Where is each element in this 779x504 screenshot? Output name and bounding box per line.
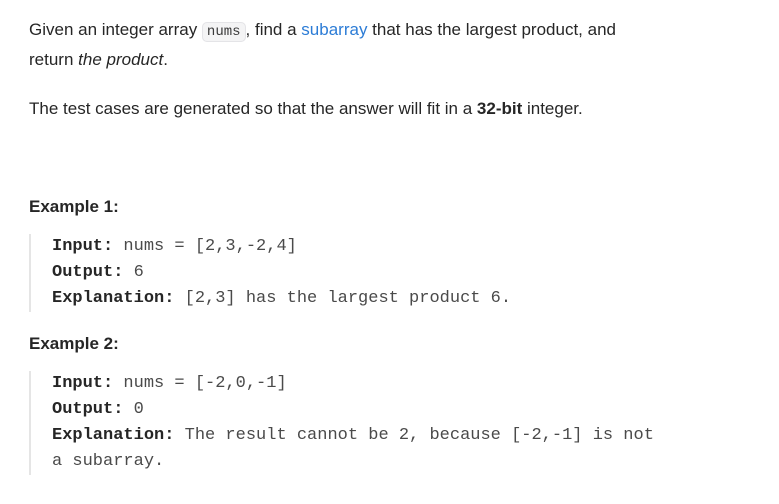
example-1-block: Input: nums = [2,3,-2,4] Output: 6 Expla… xyxy=(29,234,759,312)
output-label: Output: xyxy=(52,400,124,419)
example-2-output: Output: 0 xyxy=(52,397,759,423)
explanation-text: [2,3] has the largest product 6. xyxy=(174,289,512,308)
statement-text: Given an integer array xyxy=(29,20,202,39)
problem-description: Given an integer array nums, find a suba… xyxy=(29,16,759,475)
input-value: nums = [2,3,-2,4] xyxy=(113,237,297,256)
explanation-text: The result cannot be 2, because [-2,-1] … xyxy=(174,426,654,445)
input-label: Input: xyxy=(52,374,114,393)
statement-text: return xyxy=(29,50,79,69)
input-label: Input: xyxy=(52,237,114,256)
example-1-output: Output: 6 xyxy=(52,260,759,286)
input-value: nums = [-2,0,-1] xyxy=(113,374,287,393)
note-text: The test cases are generated so that the… xyxy=(29,99,477,118)
inline-code-nums: nums xyxy=(201,22,246,42)
constraint-note: The test cases are generated so that the… xyxy=(29,95,759,122)
statement-text: . xyxy=(163,50,168,69)
output-value: 0 xyxy=(123,400,144,419)
example-1-explanation: Explanation: [2,3] has the largest produ… xyxy=(52,286,759,312)
example-2-input: Input: nums = [-2,0,-1] xyxy=(52,371,759,397)
statement-text: , find a xyxy=(245,20,302,39)
note-emphasis: 32-bit xyxy=(476,99,523,118)
statement-text: that has the largest product, and xyxy=(367,20,616,39)
example-2-heading: Example 2: xyxy=(29,334,119,353)
output-value: 6 xyxy=(123,263,144,282)
subarray-link[interactable]: subarray xyxy=(301,20,367,39)
explanation-label: Explanation: xyxy=(52,426,175,445)
explanation-label: Explanation: xyxy=(52,289,175,308)
example-1-heading: Example 1: xyxy=(29,197,119,216)
example-1-input: Input: nums = [2,3,-2,4] xyxy=(52,234,759,260)
example-2-explanation: Explanation: The result cannot be 2, bec… xyxy=(52,423,759,449)
output-label: Output: xyxy=(52,263,124,282)
example-2-block: Input: nums = [-2,0,-1] Output: 0 Explan… xyxy=(29,371,759,475)
statement-emphasis: the product xyxy=(78,50,164,69)
problem-statement: Given an integer array nums, find a suba… xyxy=(29,16,759,73)
note-text: integer. xyxy=(522,99,583,118)
example-2-explanation-continued: a subarray. xyxy=(52,452,165,471)
